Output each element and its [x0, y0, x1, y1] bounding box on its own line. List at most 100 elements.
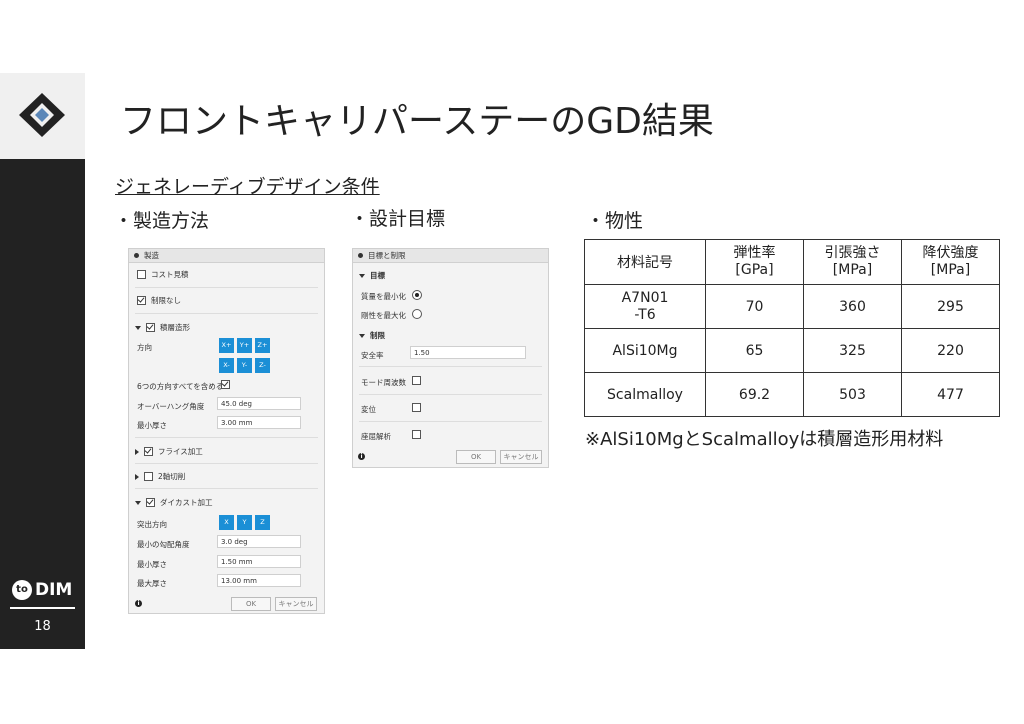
- additive-row[interactable]: 積層造形: [129, 322, 324, 333]
- cell-material: AlSi10Mg: [584, 328, 706, 373]
- milling-checkbox[interactable]: [144, 447, 153, 456]
- divider: [135, 287, 318, 288]
- divider: [359, 421, 542, 422]
- min-thickness-label: 最小厚さ: [137, 421, 167, 430]
- unrestricted-row[interactable]: 制限なし: [129, 295, 324, 306]
- draft-angle-label: 最小の勾配角度: [137, 540, 190, 549]
- ok-button[interactable]: OK: [231, 597, 271, 611]
- logo-box: [0, 73, 85, 159]
- cancel-button[interactable]: キャンセル: [275, 597, 317, 611]
- expand-icon[interactable]: [359, 273, 365, 278]
- displacement-checkbox[interactable]: [412, 403, 421, 412]
- eject-y-button[interactable]: Y: [237, 515, 252, 530]
- cell-tensile: 503: [803, 372, 902, 417]
- objectives-dialog: 目標と制限 目標 質量を最小化 剛性を最大化 制限 安全率 1.50 モード周波…: [352, 248, 549, 468]
- milling-row[interactable]: フライス加工: [129, 446, 324, 457]
- die-casting-row[interactable]: ダイカスト加工: [129, 497, 324, 508]
- mode-frequency-checkbox[interactable]: [412, 376, 421, 385]
- minimize-mass-radio[interactable]: [412, 290, 422, 300]
- cell-elastic: 65: [705, 328, 804, 373]
- safety-factor-input[interactable]: 1.50: [410, 346, 526, 359]
- brand-prefix: to: [12, 580, 32, 600]
- direction-label: 方向: [137, 343, 152, 352]
- material-properties-table: 材料記号 弾性率 [GPa] 引張強さ [MPa] 降伏強度 [MPa] A7N…: [584, 239, 1000, 417]
- unrestricted-checkbox[interactable]: [137, 296, 146, 305]
- cost-estimate-row[interactable]: コスト見積: [129, 269, 324, 280]
- table-row: Scalmalloy 69.2 503 477: [584, 372, 1000, 417]
- brand-divider: [10, 607, 75, 609]
- direction-yminus-button[interactable]: Y-: [237, 358, 252, 373]
- collapse-icon[interactable]: [135, 473, 139, 480]
- section-properties: ・物性: [586, 210, 644, 232]
- maximize-stiffness-radio[interactable]: [412, 309, 422, 319]
- header-yield: 降伏強度 [MPa]: [901, 239, 1000, 285]
- cast-max-input[interactable]: 13.00 mm: [217, 574, 301, 587]
- die-casting-label: ダイカスト加工: [160, 498, 213, 507]
- info-icon[interactable]: i: [358, 453, 365, 460]
- cost-estimate-label: コスト見積: [151, 270, 189, 279]
- collapse-icon[interactable]: [135, 448, 139, 455]
- dialog-titlebar: 目標と制限: [353, 249, 548, 263]
- direction-xplus-button[interactable]: X+: [219, 338, 234, 353]
- header-unit: [MPa]: [930, 262, 971, 278]
- header-elastic: 弾性率 [GPa]: [705, 239, 804, 285]
- direction-zplus-button[interactable]: Z+: [255, 338, 270, 353]
- sidebar: to DIM 18: [0, 73, 85, 649]
- material-name: A7N01: [621, 289, 669, 306]
- dialog-icon: [358, 253, 363, 258]
- expand-icon[interactable]: [135, 325, 141, 330]
- die-casting-checkbox[interactable]: [146, 498, 155, 507]
- subheading: ジェネレーディブデザイン条件: [115, 176, 380, 198]
- header-unit: [GPa]: [735, 262, 774, 278]
- draft-angle-input[interactable]: 3.0 deg: [217, 535, 301, 548]
- expand-icon[interactable]: [135, 500, 141, 505]
- divider: [359, 366, 542, 367]
- two-axis-label: 2軸切削: [158, 472, 186, 481]
- cost-estimate-checkbox[interactable]: [137, 270, 146, 279]
- slide-title: フロントキャリパーステーのGD結果: [120, 101, 714, 142]
- unrestricted-label: 制限なし: [151, 296, 181, 305]
- ok-button[interactable]: OK: [456, 450, 496, 464]
- table-row: AlSi10Mg 65 325 220: [584, 328, 1000, 373]
- overhang-input[interactable]: 45.0 deg: [217, 397, 301, 410]
- divider: [135, 437, 318, 438]
- table-header-row: 材料記号 弾性率 [GPa] 引張強さ [MPa] 降伏強度 [MPa]: [584, 239, 1000, 285]
- material-temper: -T6: [634, 306, 656, 323]
- eject-x-button[interactable]: X: [219, 515, 234, 530]
- section-manufacturing: ・製造方法: [114, 210, 210, 232]
- divider: [135, 463, 318, 464]
- limits-header-row[interactable]: 制限: [353, 330, 548, 341]
- two-axis-row[interactable]: 2軸切削: [129, 471, 324, 482]
- direction-yplus-button[interactable]: Y+: [237, 338, 252, 353]
- maximize-stiffness-label: 剛性を最大化: [361, 311, 406, 320]
- all-six-checkbox[interactable]: [221, 380, 230, 389]
- direction-xminus-button[interactable]: X-: [219, 358, 234, 373]
- additive-checkbox[interactable]: [146, 323, 155, 332]
- expand-icon[interactable]: [359, 333, 365, 338]
- min-thickness-input[interactable]: 3.00 mm: [217, 416, 301, 429]
- divider: [359, 394, 542, 395]
- cell-material: A7N01 -T6: [584, 284, 706, 329]
- cell-yield: 295: [901, 284, 1000, 329]
- info-icon[interactable]: i: [135, 600, 142, 607]
- buckling-checkbox[interactable]: [412, 430, 421, 439]
- header-text: 降伏強度: [922, 245, 979, 261]
- eject-z-button[interactable]: Z: [255, 515, 270, 530]
- cancel-button[interactable]: キャンセル: [500, 450, 542, 464]
- brand-text: DIM: [35, 580, 73, 600]
- header-material: 材料記号: [584, 239, 706, 285]
- cast-min-input[interactable]: 1.50 mm: [217, 555, 301, 568]
- dialog-titlebar: 製造: [129, 249, 324, 263]
- cell-yield: 220: [901, 328, 1000, 373]
- displacement-label: 変位: [361, 405, 376, 414]
- header-text: 材料記号: [617, 255, 673, 271]
- cell-tensile: 360: [803, 284, 902, 329]
- dialog-title: 製造: [144, 251, 159, 260]
- cell-elastic: 69.2: [705, 372, 804, 417]
- direction-zminus-button[interactable]: Z-: [255, 358, 270, 373]
- material-note: ※AlSi10MgとScalmalloyは積層造形用材料: [585, 429, 944, 450]
- two-axis-checkbox[interactable]: [144, 472, 153, 481]
- header-text: 弾性率: [733, 245, 776, 261]
- objective-header-row[interactable]: 目標: [353, 270, 548, 281]
- eject-direction-label: 突出方向: [137, 520, 167, 529]
